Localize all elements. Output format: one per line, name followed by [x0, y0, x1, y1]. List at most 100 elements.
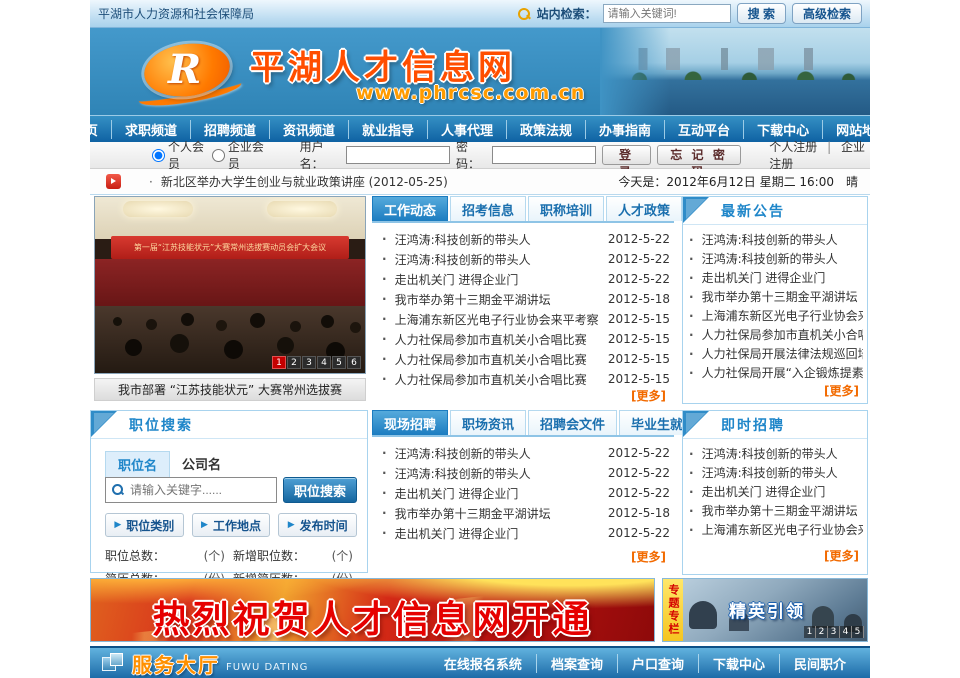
stat-unit: (个) [332, 547, 353, 564]
notice-more-link[interactable]: [更多] [824, 382, 859, 399]
photo-page-button[interactable]: 6 [347, 356, 361, 369]
news-photo[interactable]: 第一届“江苏技能状元”大赛常州选拔赛动员会扩大会议 123456 [94, 196, 366, 374]
nav-item[interactable]: 招聘频道 [190, 120, 269, 139]
tab-position-name[interactable]: 职位名 [105, 451, 170, 477]
photo-page-button[interactable]: 1 [272, 356, 286, 369]
celebration-banner[interactable]: 热烈祝贺人才信息网开通 [90, 578, 655, 642]
service-link[interactable]: 民间职介 [779, 654, 860, 673]
member-type-personal[interactable]: 个人会员 [152, 138, 206, 172]
special-topic-photo: 精英引领 12345 [683, 579, 867, 641]
member-type-company[interactable]: 企业会员 [212, 138, 266, 172]
news-item[interactable]: 人力社保局参加市直机关小合唱比赛 2012-5-15 [378, 349, 670, 369]
news-item[interactable]: 汪鸿涛:科技创新的带头人 2012-5-22 [378, 229, 670, 249]
work-tab[interactable]: 工作动态 [372, 196, 448, 221]
filter-button[interactable]: 工作地点 [192, 513, 271, 537]
recruit-tab[interactable]: 招聘会文件 [528, 410, 617, 435]
keyword-input[interactable] [130, 483, 270, 497]
news-item[interactable]: 汪鸿涛:科技创新的带头人 2012-5-22 [378, 443, 670, 463]
news-item[interactable]: 走出机关门 进得企业门 2012-5-22 [378, 269, 670, 289]
notice-item[interactable]: 上海浦东新区光电子行业协会来平考 [685, 306, 863, 325]
news-item[interactable]: 我市举办第十三期金平湖讲坛 2012-5-18 [378, 289, 670, 309]
news-item[interactable]: 上海浦东新区光电子行业协会来平考察 2012-5-15 [378, 309, 670, 329]
notice-item-title: 汪鸿涛:科技创新的带头人 [702, 231, 863, 248]
company-radio[interactable] [212, 149, 225, 162]
service-link[interactable]: 在线报名系统 [430, 654, 536, 673]
photo-page-button[interactable]: 2 [287, 356, 301, 369]
service-link[interactable]: 档案查询 [536, 654, 617, 673]
nav-item[interactable]: 互动平台 [664, 120, 743, 139]
job-search-button[interactable]: 职位搜索 [283, 477, 357, 503]
register-personal-link[interactable]: 个人注册 [769, 140, 817, 154]
recruit-more-link[interactable]: [更多] [631, 548, 666, 565]
login-bar: 个人会员 企业会员 用户名： 密码： 登 录 忘 记 密 码 个人注册 | 企业… [90, 142, 870, 169]
recruit-block: 现场招聘职场资讯招聘会文件毕业生就业服务 汪鸿涛:科技创新的带头人 2012-5… [372, 410, 674, 575]
notice-item[interactable]: 我市举办第十三期金平湖讲坛 [685, 287, 863, 306]
notice-item[interactable]: 汪鸿涛:科技创新的带头人 [685, 249, 863, 268]
news-item[interactable]: 人力社保局参加市直机关小合唱比赛 2012-5-15 [378, 369, 670, 389]
filter-button[interactable]: 职位类别 [105, 513, 184, 537]
advanced-search-button[interactable]: 高级检索 [792, 3, 862, 24]
nav-item[interactable]: 网站地图 [822, 120, 901, 139]
filter-button[interactable]: 发布时间 [278, 513, 357, 537]
notice-item[interactable]: 人力社保局参加市直机关小合唱比赛 [685, 325, 863, 344]
side-page-button[interactable]: 4 [840, 626, 852, 638]
search-icon [112, 484, 124, 496]
work-tab[interactable]: 人才政策 [606, 196, 682, 221]
side-page-button[interactable]: 2 [816, 626, 828, 638]
ticker-news-link[interactable]: 新北区举办大学生创业与就业政策讲座 (2012-05-25) [149, 173, 448, 190]
photo-caption-link[interactable]: 我市部署 “江苏技能状元” 大赛常州选拔赛 [94, 378, 366, 401]
news-item[interactable]: 汪鸿涛:科技创新的带头人 2012-5-22 [378, 463, 670, 483]
login-button[interactable]: 登 录 [602, 145, 651, 165]
news-item[interactable]: 走出机关门 进得企业门 2012-5-22 [378, 483, 670, 503]
notice-item[interactable]: 汪鸿涛:科技创新的带头人 [685, 230, 863, 249]
work-tab[interactable]: 招考信息 [450, 196, 526, 221]
page-canvas: 平湖市人力资源和社会保障局 站内检索： 搜 索 高级检索 R 平湖人才信息网 w… [0, 0, 960, 678]
service-link[interactable]: 下载中心 [698, 654, 779, 673]
notice-item[interactable]: 人力社保局开展“入企锻炼提素质” [685, 363, 863, 382]
nav-item[interactable]: 人事代理 [427, 120, 506, 139]
username-field[interactable] [346, 146, 450, 164]
work-tab[interactable]: 职称培训 [528, 196, 604, 221]
instant-item[interactable]: 汪鸿涛:科技创新的带头人 [685, 463, 863, 482]
instant-item[interactable]: 汪鸿涛:科技创新的带头人 [685, 444, 863, 463]
nav-item[interactable]: 资讯频道 [269, 120, 348, 139]
photo-page-button[interactable]: 4 [317, 356, 331, 369]
password-field[interactable] [492, 146, 596, 164]
personal-radio[interactable] [152, 149, 165, 162]
notice-item[interactable]: 走出机关门 进得企业门 [685, 268, 863, 287]
site-search-button[interactable]: 搜 索 [737, 3, 786, 24]
recruit-tab[interactable]: 职场资讯 [450, 410, 526, 435]
instant-more-link[interactable]: [更多] [824, 547, 859, 564]
site-logo[interactable]: R [138, 38, 248, 104]
recruit-tab[interactable]: 现场招聘 [372, 410, 448, 435]
photo-page-button[interactable]: 5 [332, 356, 346, 369]
instant-item[interactable]: 我市举办第十三期金平湖讲坛 [685, 501, 863, 520]
news-item[interactable]: 汪鸿涛:科技创新的带头人 2012-5-22 [378, 249, 670, 269]
instant-item[interactable]: 走出机关门 进得企业门 [685, 482, 863, 501]
side-page-button[interactable]: 5 [852, 626, 864, 638]
news-item[interactable]: 走出机关门 进得企业门 2012-5-22 [378, 523, 670, 543]
search-icon [517, 7, 531, 21]
news-item[interactable]: 我市举办第十三期金平湖讲坛 2012-5-18 [378, 503, 670, 523]
notice-item[interactable]: 人力社保局开展法律法规巡回培训 [685, 344, 863, 363]
work-more-link[interactable]: [更多] [631, 387, 666, 404]
nav-item[interactable]: 求职频道 [111, 120, 190, 139]
special-topic-banner[interactable]: 专题专栏 精英引领 12345 [662, 578, 868, 642]
photo-page-button[interactable]: 3 [302, 356, 316, 369]
side-page-button[interactable]: 1 [804, 626, 816, 638]
nav-item[interactable]: 政策法规 [506, 120, 585, 139]
nav-item[interactable]: 下载中心 [743, 120, 822, 139]
nav-item[interactable]: 办事指南 [585, 120, 664, 139]
site-search-input[interactable] [603, 4, 731, 23]
tab-company-name[interactable]: 公司名 [170, 451, 233, 477]
news-item-title: 上海浦东新区光电子行业协会来平考察 [395, 311, 602, 328]
news-item-date: 2012-5-22 [608, 466, 670, 480]
forgot-password-button[interactable]: 忘 记 密 码 [657, 145, 741, 165]
instant-item[interactable]: 上海浦东新区光电子行业协会来平考 [685, 520, 863, 539]
side-page-button[interactable]: 3 [828, 626, 840, 638]
news-item[interactable]: 人力社保局参加市直机关小合唱比赛 2012-5-15 [378, 329, 670, 349]
nav-item[interactable]: 就业指导 [348, 120, 427, 139]
notice-panel-header: 最新公告 [683, 197, 867, 225]
nav-item[interactable]: 首页 [59, 120, 111, 139]
service-link[interactable]: 户口查询 [617, 654, 698, 673]
